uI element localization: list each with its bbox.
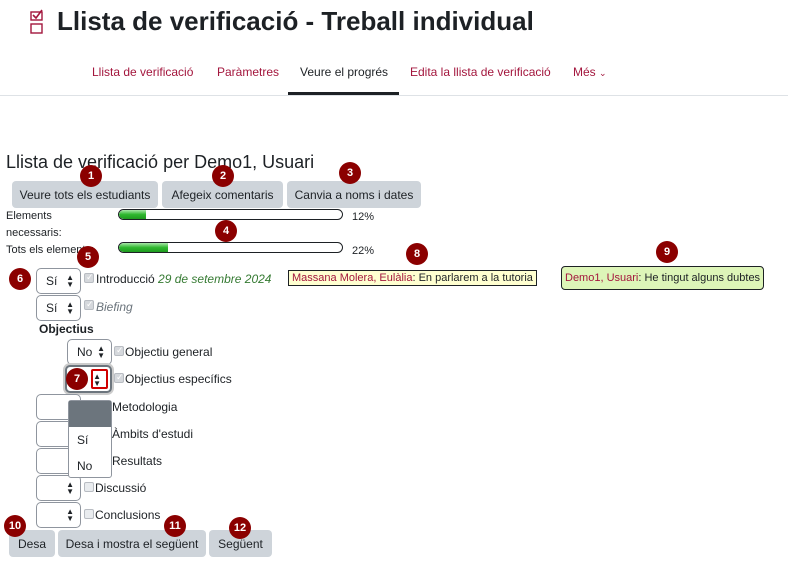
tab-more-label: Més xyxy=(573,65,596,79)
page-title: Llista de verificació - Treball individu… xyxy=(57,6,534,36)
required-progress-bar xyxy=(118,209,343,220)
all-progress-fill xyxy=(119,243,169,252)
annotation-badge: 1 xyxy=(80,165,102,187)
select-value: Sí xyxy=(46,274,58,288)
teacher-comment: Massana Molera, Eulàlia: En parlarem a l… xyxy=(288,270,537,286)
annotation-badge: 4 xyxy=(215,220,237,242)
item-checkbox[interactable] xyxy=(84,272,94,283)
annotation-badge: 8 xyxy=(406,243,428,265)
tab-view-progress[interactable]: Veure el progrés xyxy=(300,65,388,79)
save-and-next-button[interactable]: Desa i mostra el següent xyxy=(58,530,206,557)
annotation-badge: 11 xyxy=(164,515,186,537)
item-checkbox[interactable] xyxy=(84,509,94,519)
item-label: Discussió xyxy=(95,481,147,495)
item-label: Introducció 29 de setembre 2024 xyxy=(96,272,271,286)
tab-more[interactable]: Més ⌄ xyxy=(573,65,607,79)
status-dropdown-list: Sí No xyxy=(68,400,112,478)
dropdown-option-yes[interactable]: Sí xyxy=(69,427,111,453)
tab-edit-checklist[interactable]: Edita la llista de verificació xyxy=(410,65,551,79)
annotation-badge: 3 xyxy=(339,162,361,184)
checklist-icon xyxy=(30,9,43,34)
toggle-names-dates-button[interactable]: Canvia a noms i dates xyxy=(287,181,421,208)
item-label: Metodologia xyxy=(112,400,178,414)
item-checkbox[interactable] xyxy=(114,372,124,383)
select-arrows-icon: ▲ ▼ xyxy=(97,344,105,360)
item-label: Objectius específics xyxy=(125,372,232,386)
all-progress-percent: 22% xyxy=(352,245,375,257)
item-status-select[interactable]: No ▲ ▼ xyxy=(67,339,112,365)
subgroup-heading: Objectius xyxy=(39,322,94,336)
item-status-select[interactable]: ▲ ▼ xyxy=(36,502,81,528)
annotation-badge: 7 xyxy=(66,368,88,390)
teacher-comment-text: En parlarem a la tutoria xyxy=(415,272,533,284)
required-progress-fill xyxy=(119,210,146,219)
select-value: No xyxy=(77,345,93,359)
dropdown-option-no[interactable]: No xyxy=(69,453,111,479)
section-title: Llista de verificació per Demo1, Usuari xyxy=(6,152,315,172)
select-arrows-icon: ▲ ▼ xyxy=(66,507,74,523)
student-comment: Demo1, Usuari: He tingut alguns dubtes xyxy=(561,266,765,290)
tab-checklist[interactable]: Llista de verificació xyxy=(92,65,193,79)
nav-divider xyxy=(0,95,788,96)
select-arrows-icon: ▲ ▼ xyxy=(66,273,74,289)
annotation-badge: 6 xyxy=(9,268,31,290)
select-value: Sí xyxy=(46,301,58,315)
required-progress-percent: 12% xyxy=(352,211,375,223)
student-comment-author[interactable]: Demo1, Usuari xyxy=(565,272,638,284)
all-progress-bar xyxy=(118,242,343,253)
select-arrows-icon: ▲ ▼ xyxy=(66,480,74,496)
tab-settings[interactable]: Paràmetres xyxy=(217,65,279,79)
teacher-comment-author[interactable]: Massana Molera, Eulàlia xyxy=(292,272,412,284)
item-label-text: Introducció xyxy=(96,272,155,286)
required-progress-label: Elements necessaris: xyxy=(6,210,62,239)
student-comment-text: He tingut alguns dubtes xyxy=(641,272,761,284)
chevron-down-icon: ⌄ xyxy=(599,68,607,78)
item-checkbox[interactable] xyxy=(84,299,94,310)
item-label: Àmbits d'estudi xyxy=(112,427,193,441)
select-arrows-icon: ▲ ▼ xyxy=(93,372,101,388)
item-status-select[interactable]: Sí ▲ ▼ xyxy=(36,295,81,321)
annotation-badge: 2 xyxy=(212,165,234,187)
select-arrows-icon: ▲ ▼ xyxy=(66,300,74,316)
item-label: Objectiu general xyxy=(125,345,213,359)
item-label: Conclusions xyxy=(95,508,161,522)
item-checkbox[interactable] xyxy=(84,482,94,492)
item-status-select[interactable]: Sí ▲ ▼ xyxy=(36,268,81,294)
annotation-badge: 12 xyxy=(229,517,251,539)
dropdown-option-empty[interactable] xyxy=(69,401,111,427)
annotation-badge: 10 xyxy=(4,515,26,537)
item-label: Resultats xyxy=(112,454,163,468)
annotation-badge: 5 xyxy=(77,246,99,268)
item-checkbox[interactable] xyxy=(114,345,124,356)
annotation-badge: 9 xyxy=(656,241,678,263)
item-date: 29 de setembre 2024 xyxy=(158,272,272,286)
item-label: Biefing xyxy=(96,300,133,314)
